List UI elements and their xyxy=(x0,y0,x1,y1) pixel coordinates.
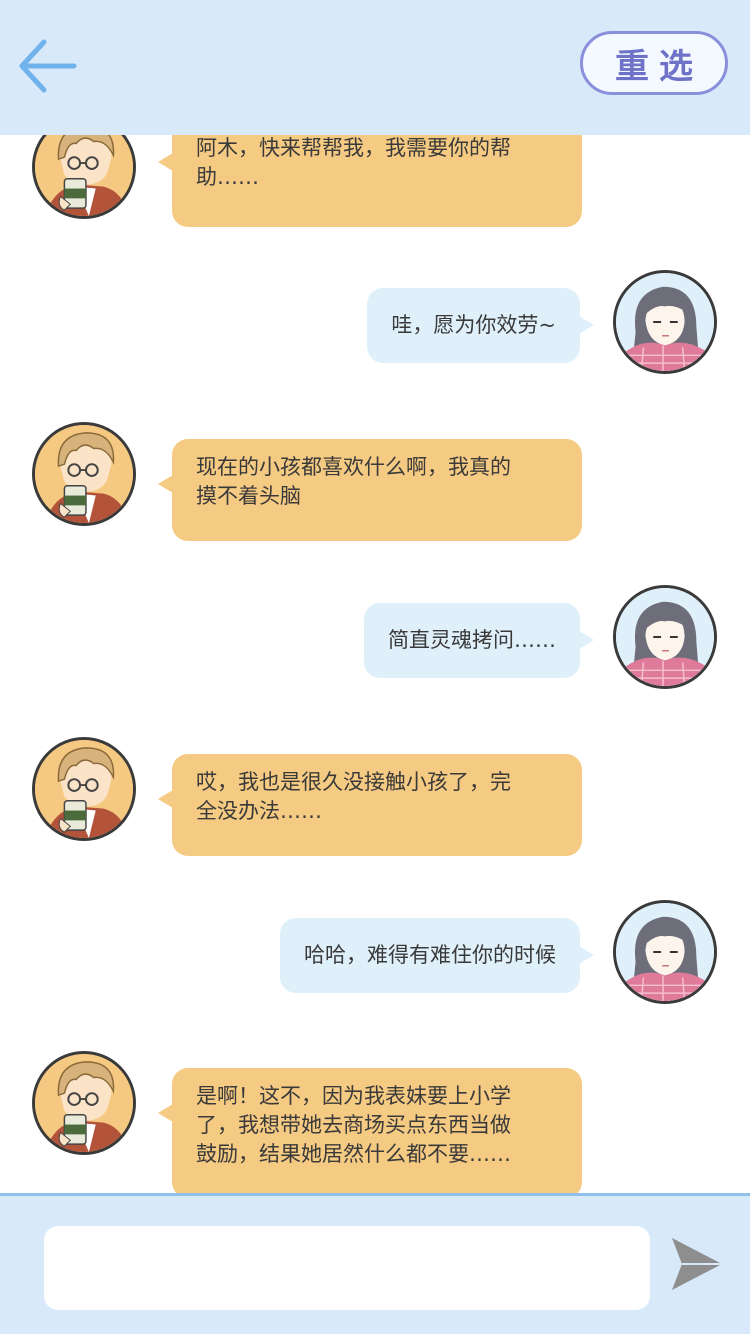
girl-avatar xyxy=(613,900,717,1004)
outgoing-message-bubble: 哈哈，难得有难住你的时候 xyxy=(280,918,594,993)
incoming-message-bubble: 哎，我也是很久没接触小孩了，完 全没办法…… xyxy=(158,754,582,856)
girl-avatar xyxy=(613,585,717,689)
boy-avatar xyxy=(32,1051,136,1155)
composer-bar xyxy=(0,1193,750,1334)
outgoing-message-bubble: 哇，愿为你效劳~ xyxy=(367,288,594,363)
boy-avatar xyxy=(32,135,136,219)
back-arrow-icon[interactable] xyxy=(12,30,84,102)
message-input[interactable] xyxy=(44,1226,650,1310)
incoming-message-bubble: 阿木，快来帮帮我，我需要你的帮 助…… xyxy=(158,135,582,227)
outgoing-message-bubble: 简直灵魂拷问…… xyxy=(364,603,594,678)
incoming-message-bubble: 现在的小孩都喜欢什么啊，我真的 摸不着头脑 xyxy=(158,439,582,541)
boy-avatar xyxy=(32,422,136,526)
boy-avatar xyxy=(32,737,136,841)
incoming-message-bubble: 是啊！这不，因为我表妹要上小学 了，我想带她去商场买点东西当做 鼓励，结果她居然… xyxy=(158,1068,582,1194)
send-icon[interactable] xyxy=(668,1234,724,1294)
reselect-button[interactable]: 重选 xyxy=(580,31,728,95)
chat-area[interactable]: 阿木，快来帮帮我，我需要你的帮 助…… 哇，愿为你效劳~ 现在的小孩都喜欢什么啊… xyxy=(0,135,750,1194)
top-bar: 重选 xyxy=(0,0,750,135)
girl-avatar xyxy=(613,270,717,374)
